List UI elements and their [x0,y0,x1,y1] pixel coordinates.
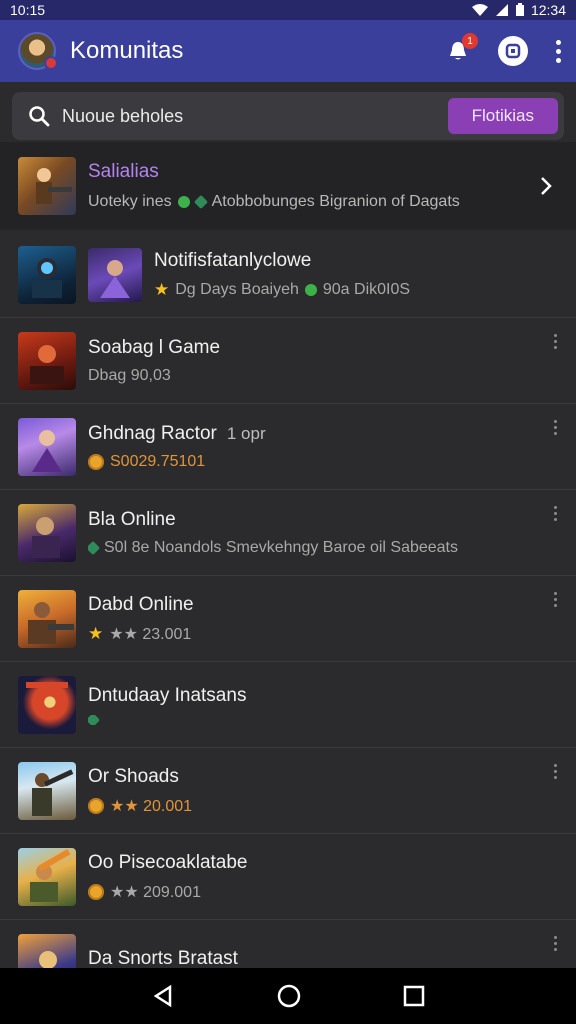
game-subtitle-text: S0l 8e Noandols Smevkehngy Baroe oil Sab… [104,538,458,556]
game-subtitle-text: ★★ 23.001 [109,625,192,643]
game-subtitle [88,714,560,725]
status-time: 10:15 [10,2,46,18]
list-item[interactable]: Or Shoads ★★ 20.001 [0,748,576,834]
gem-icon [88,540,101,555]
list-item[interactable]: Oo Pisecoaklatabe ★★ 209.001 [0,834,576,920]
game-title: Oo Pisecoaklatabe [88,851,248,873]
more-options-icon[interactable] [550,506,560,521]
wifi-icon [471,4,488,16]
status-clock: 12:34 [530,2,566,18]
coin-icon [88,797,104,814]
chevron-right-icon[interactable] [534,175,558,197]
game-subtitle: S0029.75101 [88,453,550,471]
gem-icon [177,196,190,208]
game-title: Dntudaay Inatsans [88,684,247,706]
gem-icon [304,283,317,296]
game-subtitle: ★ Dg Days Boaiyeh 90a Dik0I0S [154,280,560,300]
game-thumbnail [18,331,76,390]
featured-thumbnail [18,157,76,215]
more-options-icon[interactable] [550,764,560,779]
coin-icon [88,453,104,470]
featured-title: Salialias [88,161,159,182]
featured-game-card[interactable]: Salialias Uoteky ines Atobbobunges Bigra… [0,142,576,230]
game-thumbnail [18,847,76,906]
notification-badge: 1 [462,33,478,49]
game-subtitle: ★ ★★ 23.001 [88,624,550,644]
notifications-button[interactable]: 1 [444,33,478,65]
list-item[interactable]: Soabag l Game Dbag 90,03 [0,318,576,404]
gem-icon [88,714,101,725]
list-item[interactable]: Ghdnag Ractor 1 opr S0029.75101 [0,404,576,490]
more-options-icon[interactable] [550,592,560,607]
user-icon [505,43,521,59]
game-title-extra: 1 opr [226,423,266,443]
home-icon[interactable] [276,983,302,1009]
game-subtitle: S0l 8e Noandols Smevkehngy Baroe oil Sab… [88,539,550,557]
game-title: Notifisfatanlyclowe [154,249,312,271]
game-title: Or Shoads [88,765,179,787]
list-item[interactable]: Dntudaay Inatsans [0,662,576,748]
game-subtitle-b: 90a Dik0I0S [322,280,411,298]
app-bar: Komunitas 1 [0,20,576,82]
game-subtitle-a: Dg Days Boaiyeh [175,280,299,298]
status-bar: 10:15 12:34 [0,0,576,20]
dot-icon [555,57,561,63]
game-title: Soabag l Game [88,336,221,358]
more-options-icon[interactable] [550,420,560,435]
dot-icon [555,48,561,54]
game-title: Dabd Online [88,593,194,615]
page-title: Komunitas [70,37,184,64]
game-title: Bla Online [88,508,176,530]
star-icon: ★ [154,279,170,299]
game-subtitle-text: ★★ 20.001 [110,797,193,815]
list-item[interactable]: Notifisfatanlyclowe ★ Dg Days Boaiyeh 90… [0,232,576,318]
signal-icon [495,4,508,16]
search-icon [29,106,50,127]
avatar[interactable] [18,32,58,70]
game-thumbnail [18,761,76,820]
search-input[interactable]: Nuoue beholes [62,106,448,127]
gem-icon [193,194,208,210]
dot-icon [555,39,561,45]
back-icon[interactable] [151,984,175,1008]
status-icons: 12:34 [471,2,566,18]
more-options-icon[interactable] [550,936,560,951]
recents-icon[interactable] [403,985,425,1007]
game-title: Da Snorts Bratast [88,948,238,969]
more-options-icon[interactable] [550,334,560,349]
soldier-icon [36,168,72,204]
system-nav-bar [0,968,576,1024]
game-subtitle-text: S0029.75101 [110,452,206,470]
overflow-menu-button[interactable] [554,39,562,63]
app-bar-actions: 1 [444,33,562,66]
game-subtitle-text: Dbag 90,03 [88,366,171,384]
game-thumbnail [18,245,76,304]
featured-subtitle-right: Atobbobunges Bigranion of Dagats [211,193,460,210]
game-thumbnail [18,675,76,734]
profile-button[interactable] [498,36,528,66]
game-title: Ghdnag Ractor 1 opr [88,423,550,445]
featured-subtitle: Uoteky ines Atobbobunges Bigranion of Da… [88,193,534,211]
star-icon: ★ [88,623,104,643]
battery-icon [515,3,524,16]
search-filter-button[interactable]: Flotikias [447,98,558,134]
list-item[interactable]: Dabd Online ★ ★★ 23.001 [0,576,576,662]
avatar-status-dot [44,56,58,70]
list-item[interactable]: Bla Online S0l 8e Noandols Smevkehngy Ba… [0,490,576,576]
game-thumbnail [88,247,142,302]
game-thumbnail [18,589,76,648]
game-title-text: Ghdnag Ractor [88,422,217,444]
game-subtitle: ★★ 209.001 [88,882,560,902]
search-bar[interactable]: Nuoue beholes Flotikias [12,92,564,140]
coin-icon [88,883,104,900]
featured-subtitle-left: Uoteky ines [88,193,172,210]
game-thumbnail [18,417,76,476]
game-subtitle: Dbag 90,03 [88,367,550,385]
game-subtitle: ★★ 20.001 [88,796,550,816]
game-subtitle-text: ★★ 209.001 [110,883,201,901]
game-list: Notifisfatanlyclowe ★ Dg Days Boaiyeh 90… [0,232,576,1006]
game-thumbnail [18,503,76,562]
